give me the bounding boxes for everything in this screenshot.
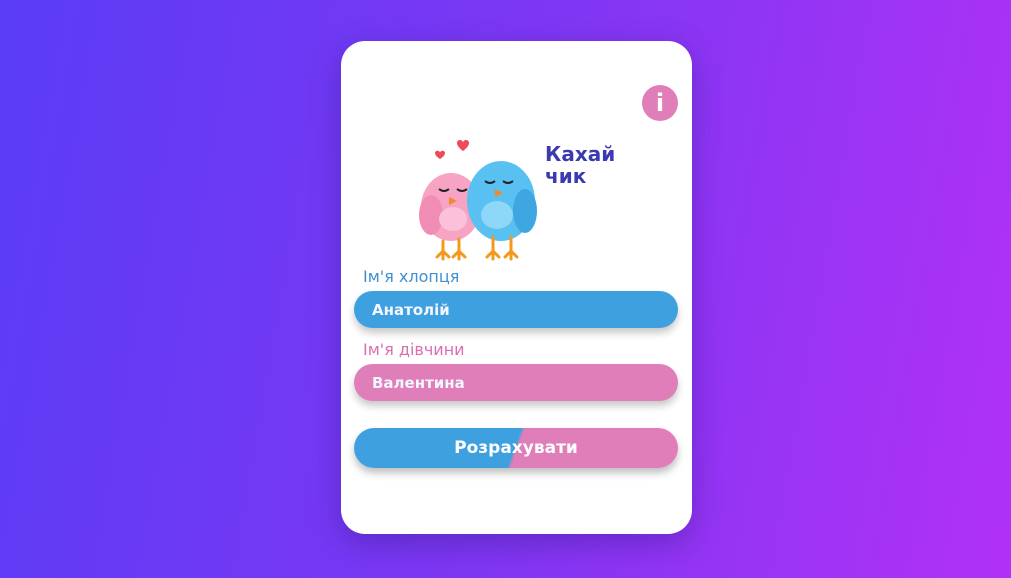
- info-button[interactable]: i: [642, 85, 678, 121]
- info-icon: i: [655, 89, 665, 117]
- app-card: i Кахайчик Ім'я хлопця Анатолій Ім'я дів…: [341, 41, 692, 534]
- boy-name-input[interactable]: [354, 291, 678, 328]
- calculate-button[interactable]: Розрахувати: [354, 428, 678, 468]
- app-title: Кахайчик: [545, 142, 616, 188]
- calculate-button-label: Розрахувати: [454, 438, 578, 458]
- boy-name-label: Ім'я хлопця: [363, 267, 460, 286]
- lovebirds-logo-icon: [415, 119, 551, 279]
- girl-name-input[interactable]: [354, 364, 678, 401]
- girl-name-label: Ім'я дівчини: [363, 340, 465, 359]
